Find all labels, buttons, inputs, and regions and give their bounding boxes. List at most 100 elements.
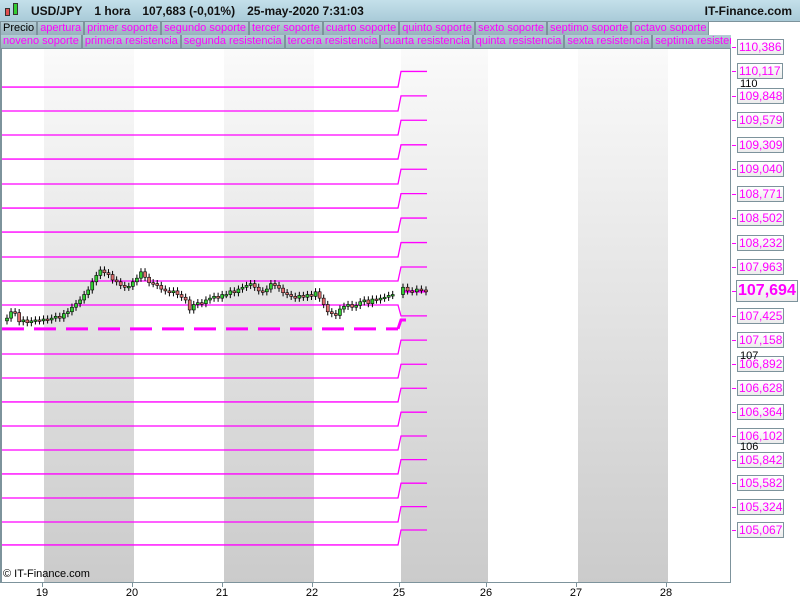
legend-item[interactable]: septimo soporte <box>547 22 632 36</box>
axis-tick <box>732 218 736 220</box>
legend-item[interactable]: octavo soporte <box>631 22 710 36</box>
legend-item[interactable]: sexta resistencia <box>564 35 653 49</box>
candle-body <box>358 301 363 306</box>
candle-body <box>122 285 127 288</box>
level-price-label: 109,040 <box>737 161 785 178</box>
candle-body <box>62 313 66 319</box>
axis-tick <box>732 47 736 48</box>
candle-body <box>94 275 99 283</box>
candle-body <box>252 283 257 288</box>
candle-body <box>240 286 245 290</box>
date-label: 20 <box>125 587 139 599</box>
legend-item[interactable]: primera resistencia <box>81 35 181 49</box>
level-price-label: 108,232 <box>737 234 785 251</box>
legend-item[interactable]: septima resistencia <box>652 35 731 49</box>
candle-body <box>224 294 229 297</box>
title-bar: USD/JPY 1 hora 107,683 (-0,01%) 25-may-2… <box>0 0 800 22</box>
axis-tick <box>732 340 736 342</box>
axis-tick <box>732 435 736 437</box>
candle-body <box>196 302 200 305</box>
legend-item[interactable]: tercer soporte <box>249 22 323 36</box>
axis-tick <box>732 144 736 146</box>
date-label: 22 <box>305 587 319 599</box>
axis-tick <box>732 242 736 244</box>
level-price-label: 106,364 <box>737 404 785 421</box>
level-price-label: 110,386 <box>737 39 784 55</box>
candle-body <box>204 299 208 304</box>
candle-body <box>405 286 410 292</box>
candle-body <box>248 283 253 286</box>
symbol: USD/JPY <box>31 3 83 18</box>
chart-plot[interactable] <box>0 49 731 583</box>
candle-body <box>382 296 387 300</box>
candle-body <box>321 297 326 305</box>
level-price-label: 109,309 <box>737 136 785 153</box>
round-price-tick: 106 <box>740 441 759 454</box>
candle-body <box>269 283 273 290</box>
candle-body <box>313 291 318 297</box>
legend-item[interactable]: cuarto soporte <box>322 22 400 36</box>
candle-body <box>82 294 86 301</box>
candle-body <box>260 290 265 293</box>
day-band <box>44 49 134 582</box>
axis-tick <box>732 529 736 531</box>
candle-body <box>309 294 314 297</box>
candle-body <box>102 269 107 274</box>
candle-body <box>179 294 184 298</box>
candle-body <box>256 286 261 292</box>
candle-body <box>212 296 216 299</box>
legend-item[interactable]: noveno soporte <box>0 35 82 49</box>
candlestick-logo-icon <box>3 2 23 20</box>
legend-item[interactable]: primer soporte <box>84 22 162 36</box>
candle-body <box>66 311 70 314</box>
level-price-label: 108,771 <box>737 185 785 202</box>
candle-body <box>378 297 383 301</box>
candle-body <box>78 299 82 304</box>
axis-tick <box>732 506 736 508</box>
candle-body <box>277 285 281 289</box>
legend-item[interactable]: apertura <box>37 22 85 36</box>
candle-body <box>5 317 9 322</box>
candle-body <box>131 281 135 287</box>
candle-body <box>305 294 310 298</box>
level-price-label: 110,117 <box>737 63 783 80</box>
level-price-label: 105,067 <box>737 521 785 538</box>
timeframe: 1 hora <box>94 3 131 18</box>
legend-item[interactable]: quinta resistencia <box>472 35 565 49</box>
legend-item[interactable]: Precio <box>0 22 38 36</box>
candle-body <box>208 297 212 301</box>
round-price-tick: 107 <box>740 350 759 363</box>
candle-body <box>366 299 371 304</box>
candle-body <box>9 311 13 319</box>
axis-tick <box>732 95 736 97</box>
candle-body <box>13 311 17 314</box>
axis-tick <box>732 169 736 171</box>
candle-body <box>53 316 58 319</box>
legend-item[interactable]: segunda resistencia <box>180 35 285 49</box>
candle-body <box>346 304 350 307</box>
level-price-label: 107,963 <box>737 259 785 275</box>
legend-item[interactable]: tercera resistencia <box>284 35 381 49</box>
candle-body <box>127 286 131 289</box>
candle-body <box>29 320 34 323</box>
candle-body <box>90 281 95 291</box>
axis-tick <box>732 388 736 390</box>
legend-item[interactable]: cuarta resistencia <box>380 35 473 49</box>
candle-body <box>155 283 160 286</box>
axis-tick <box>732 459 736 461</box>
candle-body <box>220 294 224 299</box>
candle-body <box>139 271 143 279</box>
time-axis: 19 20 21 22 25 26 27 28 <box>0 583 731 600</box>
axis-tick <box>732 71 736 73</box>
legend-item[interactable]: sexto soporte <box>474 22 548 36</box>
candle-body <box>293 296 298 299</box>
copyright: © IT-Finance.com <box>3 568 90 580</box>
axis-tick <box>732 267 736 268</box>
axis-tick <box>732 315 736 317</box>
candle-body <box>354 305 358 308</box>
level-price-label: 107,425 <box>737 307 785 324</box>
legend-item[interactable]: segundo soporte <box>161 22 250 36</box>
candle-body <box>236 288 241 294</box>
legend-item[interactable]: quinto soporte <box>399 22 475 36</box>
candle-body <box>106 272 111 275</box>
